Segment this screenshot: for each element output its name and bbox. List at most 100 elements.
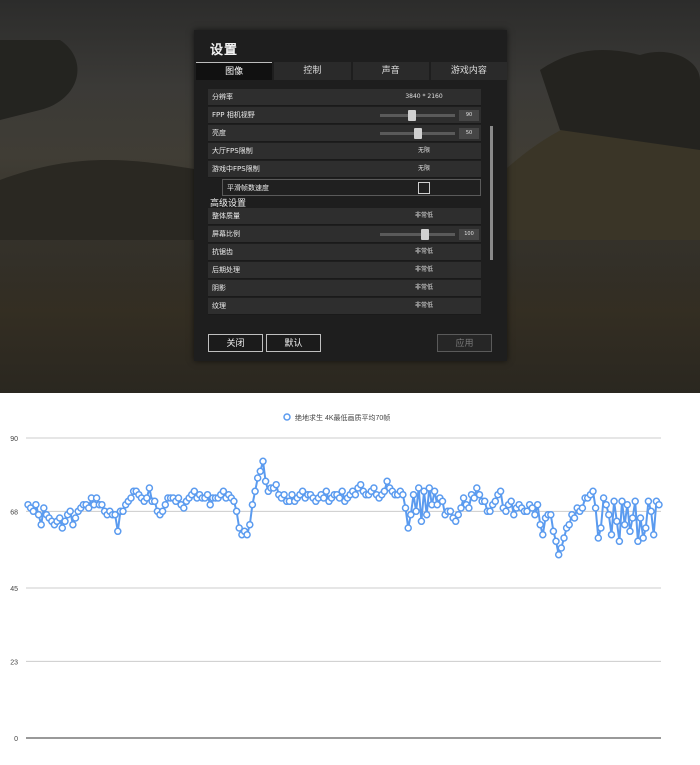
textures-value[interactable]: 非常低 bbox=[408, 298, 440, 314]
data-point bbox=[338, 487, 346, 496]
data-point bbox=[32, 500, 40, 509]
ingame-fps-label: 游戏中FPS限制 bbox=[212, 165, 260, 173]
row-smooth-fps[interactable]: 平滑帧数速度 bbox=[222, 179, 481, 196]
shadows-label: 阴影 bbox=[212, 284, 226, 292]
screen-scale-label: 屏幕比例 bbox=[212, 230, 240, 238]
data-point bbox=[206, 500, 214, 509]
data-point bbox=[322, 487, 331, 496]
smooth-fps-checkbox[interactable] bbox=[418, 182, 430, 194]
row-textures[interactable]: 纹理 非常低 bbox=[208, 298, 481, 315]
data-point bbox=[253, 474, 262, 482]
tab-gameplay[interactable]: 游戏内容 bbox=[430, 62, 507, 80]
data-point bbox=[150, 497, 159, 506]
close-button[interactable]: 关闭 bbox=[208, 334, 263, 352]
data-point bbox=[475, 490, 484, 499]
overall-quality-value[interactable]: 非常低 bbox=[408, 208, 440, 224]
data-point bbox=[66, 507, 74, 516]
row-ingame-fps[interactable]: 游戏中FPS限制 无限 bbox=[208, 161, 481, 178]
y-tick-label: 45 bbox=[10, 586, 18, 593]
data-point bbox=[589, 487, 597, 496]
chart-legend: 绝地求生 4K最低画质平均70帧 bbox=[283, 413, 390, 422]
row-lobby-fps[interactable]: 大厅FPS限制 无限 bbox=[208, 143, 481, 160]
chart-grid bbox=[26, 437, 661, 739]
data-point bbox=[92, 494, 101, 502]
row-overall-quality[interactable]: 整体质量 非常低 bbox=[208, 208, 481, 225]
data-point bbox=[246, 520, 254, 529]
data-point bbox=[560, 534, 568, 542]
data-point bbox=[114, 527, 122, 536]
settings-dialog: 设置 图像 控制 声音 游戏内容 分辨率 3840 * 2160 FPP 相机视… bbox=[194, 30, 507, 361]
data-point bbox=[639, 534, 647, 542]
data-point bbox=[174, 494, 183, 502]
brightness-slider-thumb[interactable] bbox=[413, 128, 422, 139]
data-point bbox=[161, 500, 170, 509]
lobby-fps-value[interactable]: 无限 bbox=[408, 143, 440, 159]
shadows-value[interactable]: 非常低 bbox=[408, 280, 440, 296]
data-point bbox=[565, 520, 573, 529]
brightness-value[interactable]: 50 bbox=[459, 128, 479, 139]
data-point bbox=[98, 500, 106, 509]
tab-sound[interactable]: 声音 bbox=[352, 62, 429, 80]
row-fpp-fov[interactable]: FPP 相机视野 90 bbox=[208, 107, 481, 124]
data-point bbox=[536, 520, 544, 529]
data-point bbox=[496, 487, 505, 496]
data-point bbox=[626, 527, 634, 536]
fps-chart: 0 23 45 68 90 绝地求生 4K最低画质平均70帧 bbox=[10, 413, 663, 743]
data-point bbox=[610, 497, 618, 506]
screen-scale-value[interactable]: 100 bbox=[459, 229, 479, 240]
data-point bbox=[636, 514, 645, 522]
row-post-processing[interactable]: 后期处理 非常低 bbox=[208, 262, 481, 279]
fpp-fov-value[interactable]: 90 bbox=[459, 110, 479, 121]
data-point bbox=[351, 490, 360, 499]
y-tick-label: 23 bbox=[10, 659, 18, 666]
data-point bbox=[480, 497, 489, 506]
data-point bbox=[655, 500, 663, 509]
screen-scale-slider-track[interactable] bbox=[380, 233, 455, 236]
data-point bbox=[412, 507, 420, 516]
row-anti-aliasing[interactable]: 抗锯齿 非常低 bbox=[208, 244, 481, 261]
resolution-value[interactable]: 3840 * 2160 bbox=[398, 89, 450, 105]
brightness-label: 亮度 bbox=[212, 129, 226, 137]
apply-button[interactable]: 应用 bbox=[437, 334, 492, 352]
data-point bbox=[531, 510, 539, 519]
data-point bbox=[602, 500, 610, 509]
ingame-fps-value[interactable]: 无限 bbox=[408, 161, 440, 177]
data-point bbox=[594, 534, 603, 542]
anti-aliasing-value[interactable]: 非常低 bbox=[408, 244, 440, 260]
data-point bbox=[533, 500, 542, 509]
tab-controls[interactable]: 控制 bbox=[274, 62, 351, 80]
fpp-fov-slider-thumb[interactable] bbox=[408, 110, 417, 121]
fpp-fov-slider-track[interactable] bbox=[380, 114, 455, 117]
legend-marker bbox=[283, 413, 291, 421]
tab-graphics[interactable]: 图像 bbox=[196, 62, 273, 80]
smooth-fps-label: 平滑帧数速度 bbox=[227, 184, 269, 192]
data-point bbox=[248, 500, 257, 509]
post-processing-value[interactable]: 非常低 bbox=[408, 262, 440, 278]
anti-aliasing-label: 抗锯齿 bbox=[212, 248, 233, 256]
row-shadows[interactable]: 阴影 非常低 bbox=[208, 280, 481, 297]
lobby-fps-label: 大厅FPS限制 bbox=[212, 147, 253, 155]
data-point bbox=[417, 517, 426, 526]
data-point bbox=[34, 510, 43, 519]
data-point bbox=[399, 490, 407, 499]
data-point bbox=[549, 527, 558, 536]
resolution-label: 分辨率 bbox=[212, 93, 233, 101]
y-tick-label: 68 bbox=[10, 509, 18, 516]
data-point bbox=[642, 524, 650, 532]
data-point bbox=[251, 487, 259, 496]
data-point bbox=[628, 514, 637, 522]
legend-series-name: 绝地求生 4K最低画质平均70帧 bbox=[295, 413, 390, 422]
row-resolution[interactable]: 分辨率 3840 * 2160 bbox=[208, 89, 481, 106]
settings-scrollbar[interactable] bbox=[490, 126, 493, 260]
data-point bbox=[547, 510, 555, 519]
data-point bbox=[145, 484, 154, 492]
screen-scale-slider-thumb[interactable] bbox=[421, 229, 429, 240]
data-point bbox=[552, 537, 560, 546]
data-point bbox=[383, 477, 391, 486]
row-screen-scale[interactable]: 屏幕比例 100 bbox=[208, 226, 481, 243]
data-point bbox=[507, 497, 515, 506]
data-point bbox=[605, 510, 613, 519]
data-point bbox=[623, 500, 632, 509]
default-button[interactable]: 默认 bbox=[266, 334, 321, 352]
row-brightness[interactable]: 亮度 50 bbox=[208, 125, 481, 142]
